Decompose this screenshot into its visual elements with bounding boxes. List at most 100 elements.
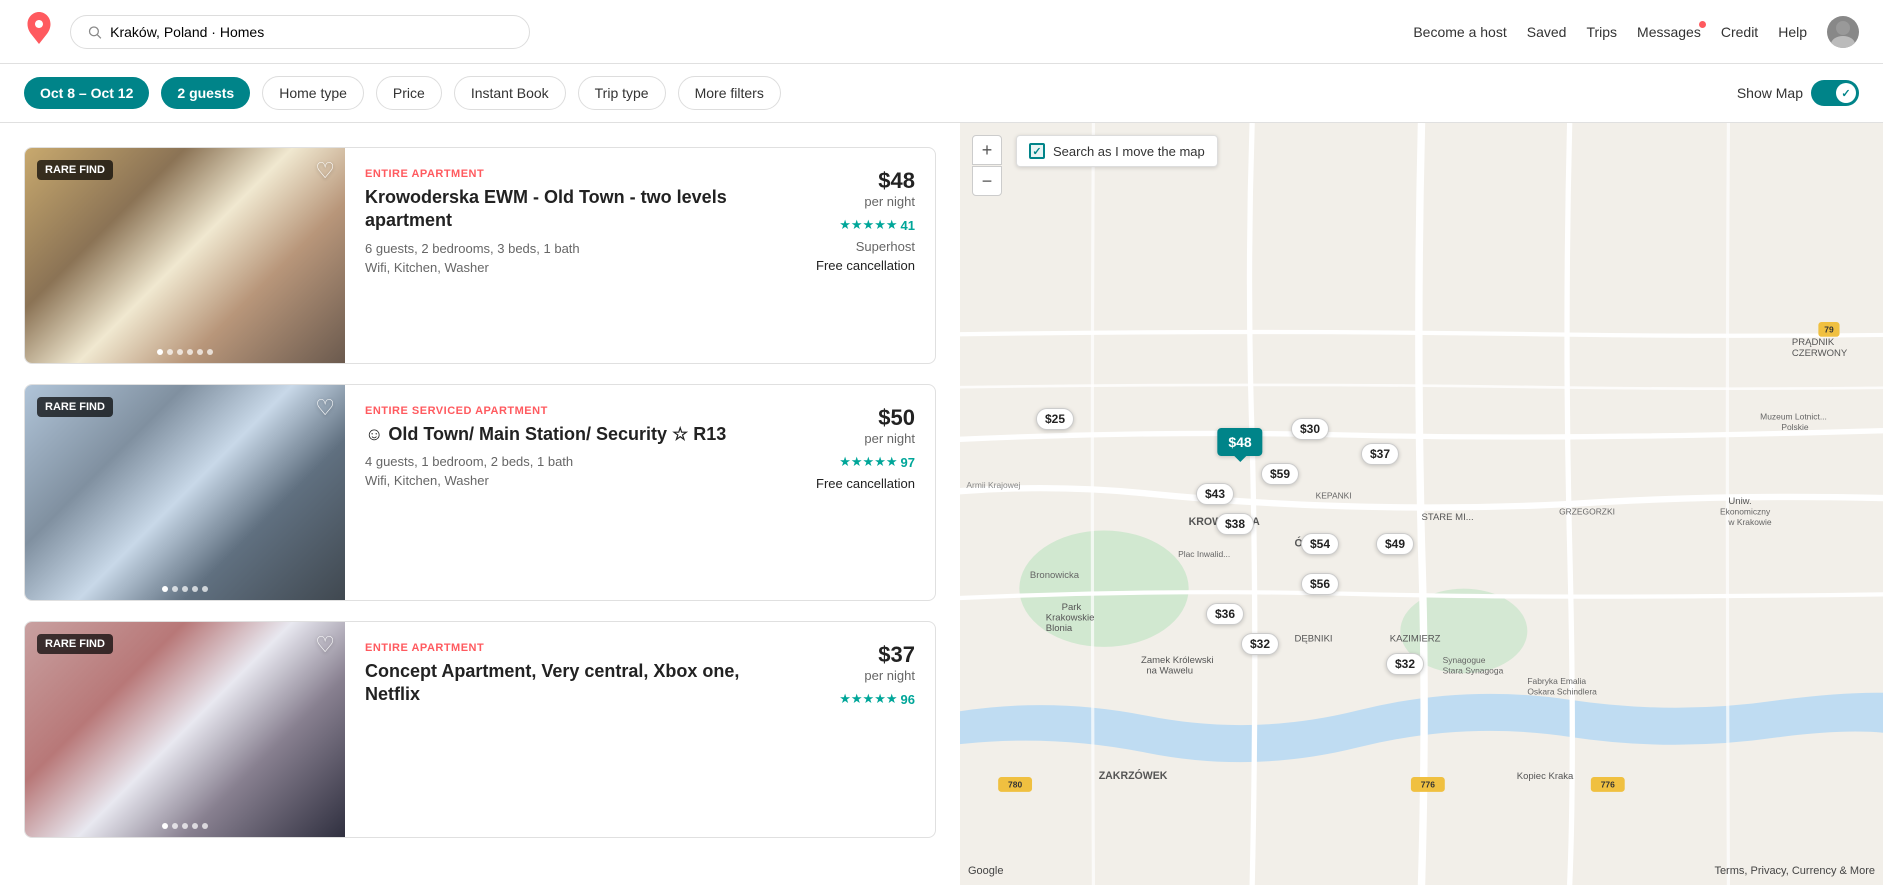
nav-credit[interactable]: Credit [1721,24,1758,40]
zoom-out-button[interactable]: − [972,166,1002,196]
listing-card[interactable]: RARE FIND ♡ ENTIRE SERVICED APARTMENT ☺ … [24,384,936,601]
svg-text:Zamek Królewski: Zamek Królewski [1141,655,1213,666]
listing-card[interactable]: RARE FIND ♡ ENTIRE APARTMENT Concept Apa… [24,621,936,838]
dot [207,349,213,355]
svg-text:KEPANKI: KEPANKI [1316,491,1352,501]
dot [162,823,168,829]
map-price-pin[interactable]: $32 [1386,653,1424,675]
listing-type: ENTIRE SERVICED APARTMENT [365,405,755,417]
search-bar[interactable] [70,15,530,49]
map-attribution: Google [968,865,1003,877]
svg-text:KAZIMIERZ: KAZIMIERZ [1390,634,1441,645]
show-map-toggle[interactable]: Show Map ✓ [1737,80,1859,106]
cancellation-policy: Free cancellation [816,258,915,273]
map-price-pin[interactable]: $56 [1301,573,1339,595]
svg-text:Synagogue: Synagogue [1443,655,1486,665]
home-type-button[interactable]: Home type [262,76,364,110]
map-container[interactable]: Bronowicka KROWODRZA Plac Inwalid... KEP… [960,123,1883,885]
airbnb-logo[interactable] [24,12,54,51]
dot [162,586,168,592]
map-price-pin[interactable]: $38 [1216,513,1254,535]
map-terms[interactable]: Terms, Privacy, Currency & More [1714,865,1875,877]
wishlist-button[interactable]: ♡ [315,395,335,421]
more-filters-button[interactable]: More filters [678,76,781,110]
map-price-pin[interactable]: $30 [1291,418,1329,440]
map-background: Bronowicka KROWODRZA Plac Inwalid... KEP… [960,123,1883,885]
svg-text:Uniw.: Uniw. [1728,496,1751,507]
toggle-checkmark: ✓ [1841,87,1850,100]
nav-help[interactable]: Help [1778,24,1807,40]
map-price-pin[interactable]: $54 [1301,533,1339,555]
header-nav: Become a host Saved Trips Messages Credi… [1413,16,1859,48]
listing-title: Krowoderska EWM - Old Town - two levels … [365,186,755,233]
map-price-pin[interactable]: $25 [1036,408,1074,430]
dot [192,586,198,592]
map-toggle-switch[interactable]: ✓ [1811,80,1859,106]
instant-book-button[interactable]: Instant Book [454,76,566,110]
price-button[interactable]: Price [376,76,442,110]
listing-info: ENTIRE APARTMENT Concept Apartment, Very… [345,622,775,837]
svg-text:CZERWONY: CZERWONY [1792,348,1848,359]
listing-meta: 4 guests, 1 bedroom, 2 beds, 1 bath [365,454,755,469]
rating-count: 97 [901,455,915,470]
map-price-pin[interactable]: $59 [1261,463,1299,485]
nav-trips[interactable]: Trips [1586,24,1617,40]
dot [197,349,203,355]
listing-amenities: Wifi, Kitchen, Washer [365,260,755,275]
search-input[interactable] [110,24,513,40]
search-as-move[interactable]: Search as I move the map [1016,135,1218,167]
svg-text:Plac Inwalid...: Plac Inwalid... [1178,549,1230,559]
listing-price: $37 per night ★★★★★ 96 [775,622,935,837]
wishlist-button[interactable]: ♡ [315,632,335,658]
listing-title: Concept Apartment, Very central, Xbox on… [365,660,755,707]
guests-filter-button[interactable]: 2 guests [161,77,250,109]
dot [172,823,178,829]
nav-messages[interactable]: Messages [1637,24,1701,40]
map-price-pin[interactable]: $49 [1376,533,1414,555]
listing-info: ENTIRE SERVICED APARTMENT ☺ Old Town/ Ma… [345,385,775,600]
price-per-night: per night [864,194,915,209]
map-price-pin[interactable]: $32 [1241,633,1279,655]
listing-price: $48 per night ★★★★★ 41 Superhost Free ca… [775,148,935,363]
avatar[interactable] [1827,16,1859,48]
nav-saved[interactable]: Saved [1527,24,1567,40]
svg-text:na Wawelu: na Wawelu [1146,665,1193,676]
svg-text:776: 776 [1601,780,1615,790]
price-amount: $37 [878,642,915,668]
rare-find-badge: RARE FIND [37,160,113,180]
rating-stars: ★★★★★ 41 [839,217,915,233]
rating-stars: ★★★★★ 96 [839,691,915,707]
zoom-in-button[interactable]: + [972,135,1002,165]
image-dots [25,823,345,829]
map-price-pin[interactable]: $37 [1361,443,1399,465]
date-filter-button[interactable]: Oct 8 – Oct 12 [24,77,149,109]
map-price-pin[interactable]: $36 [1206,603,1244,625]
nav-become-host[interactable]: Become a host [1413,24,1506,40]
svg-text:STARE MI...: STARE MI... [1422,512,1474,523]
search-as-move-checkbox[interactable] [1029,143,1045,159]
dot [187,349,193,355]
trip-type-button[interactable]: Trip type [578,76,666,110]
listing-card[interactable]: RARE FIND ♡ ENTIRE APARTMENT Krowoderska… [24,147,936,364]
rating-count: 41 [901,218,915,233]
svg-text:Krakowskie: Krakowskie [1046,612,1095,623]
svg-text:79: 79 [1824,325,1834,335]
map-price-pin[interactable]: $48 [1217,428,1262,456]
image-dots [25,349,345,355]
main-layout: RARE FIND ♡ ENTIRE APARTMENT Krowoderska… [0,123,1883,885]
price-amount: $50 [878,405,915,431]
svg-text:780: 780 [1008,780,1022,790]
dot [202,823,208,829]
svg-text:GRZEGORZKI: GRZEGORZKI [1559,507,1615,517]
map-price-pin[interactable]: $43 [1196,483,1234,505]
listing-title: ☺ Old Town/ Main Station/ Security ☆ R13 [365,423,755,446]
map-panel[interactable]: Bronowicka KROWODRZA Plac Inwalid... KEP… [960,123,1883,885]
header: Become a host Saved Trips Messages Credi… [0,0,1883,64]
superhost-badge: Superhost [856,239,915,254]
dot [192,823,198,829]
svg-text:PRĄDNIK: PRĄDNIK [1792,337,1835,348]
dot [172,586,178,592]
wishlist-button[interactable]: ♡ [315,158,335,184]
svg-text:Muzeum Lotnict...: Muzeum Lotnict... [1760,411,1827,421]
dot [182,823,188,829]
